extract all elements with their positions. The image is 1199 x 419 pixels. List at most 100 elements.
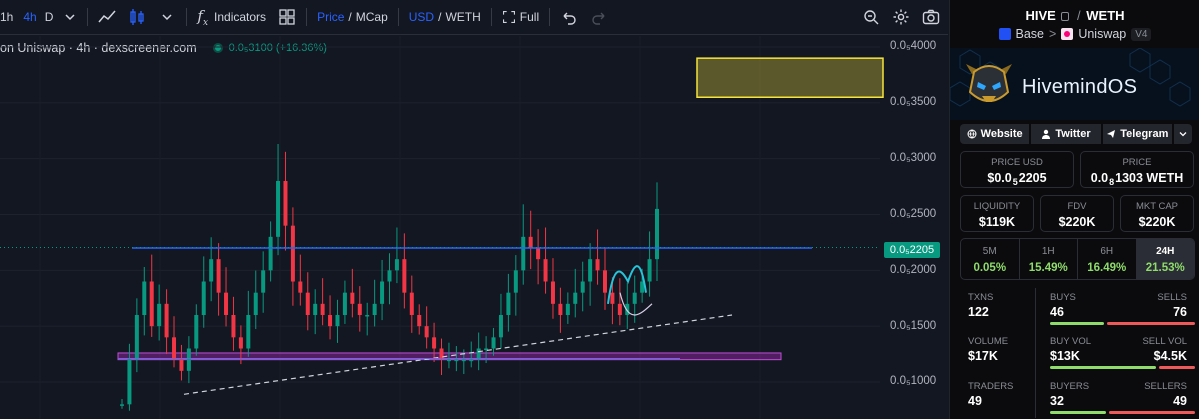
more-links-button[interactable] [1173, 124, 1192, 144]
tab-24h[interactable]: 24H 21.53% [1136, 239, 1194, 279]
price-mcap-slash: / [344, 0, 355, 35]
fdv-box: FDV $220K [1040, 195, 1114, 232]
candle-body [298, 281, 303, 293]
tab-1h-change: 15.49% [1028, 262, 1068, 274]
candle-body [469, 359, 474, 362]
price-usd-label: PRICE USD [991, 157, 1043, 168]
candle-body [602, 270, 607, 293]
settings-button[interactable] [886, 0, 916, 35]
sellers-ratio-bar [1109, 411, 1195, 414]
y-axis-tick: 0.0₅1000 [890, 375, 937, 387]
candle-body [253, 292, 258, 315]
chart-type-dropdown[interactable] [152, 0, 182, 35]
mcap-toggle[interactable]: MCap [356, 0, 394, 35]
resistance-zone [696, 57, 884, 98]
weth-toggle[interactable]: WETH [445, 0, 486, 35]
candle-body [647, 259, 652, 282]
timeframe-dropdown[interactable] [57, 0, 83, 35]
mktcap-value: $220K [1138, 215, 1176, 229]
mktcap-label: MKT CAP [1135, 201, 1179, 212]
candle-body [365, 315, 370, 317]
candle-body [432, 337, 437, 349]
candle-body [476, 348, 481, 360]
price-chart[interactable] [0, 36, 948, 419]
candle-body [491, 337, 496, 349]
candle-series [120, 144, 659, 411]
price-usd-subscript: 5 [1012, 177, 1018, 187]
tab-5m-change: 0.05% [973, 262, 1007, 274]
candle-body [194, 315, 199, 349]
buyers-value: 32 [1050, 394, 1064, 408]
chevron-down-icon [162, 14, 172, 21]
pair-info-panel: HIVE / WETH Base > Uniswap V4 HivemindOS… [949, 0, 1199, 419]
candle-body [172, 337, 177, 360]
timeframe-4h[interactable]: 4h [19, 0, 40, 35]
undo-button[interactable] [554, 0, 584, 35]
y-axis-tick: 0.0₅2000 [890, 264, 937, 276]
price-usd-box: PRICE USD $0.052205 [960, 151, 1074, 188]
price-weth-suffix: 1303 WETH [1115, 171, 1184, 185]
candle-body [350, 292, 355, 304]
candle-body [238, 337, 243, 349]
candle-body [313, 303, 318, 315]
candle-body [283, 181, 288, 226]
copy-icon[interactable] [1061, 12, 1070, 22]
tab-1h[interactable]: 1H 15.49% [1020, 239, 1078, 279]
candle-body [417, 315, 422, 327]
layouts-button[interactable] [272, 0, 302, 35]
timeframe-1h[interactable]: 1h [0, 0, 19, 35]
mcap-label: MCap [355, 10, 388, 24]
candles-button[interactable] [122, 0, 152, 35]
transaction-stats: TXNS 122 BUYS 46 SELLS 76 VOLUME $17K BU… [960, 284, 1195, 419]
price-usd-prefix: $0.0 [987, 171, 1012, 185]
indicators-button[interactable]: fx Indicators [191, 0, 272, 35]
redo-button[interactable] [584, 0, 614, 35]
buy-vol-label: BUY VOL [1050, 336, 1092, 347]
project-banner: HivemindOS [950, 48, 1199, 120]
price-toggle[interactable]: Price [311, 0, 344, 35]
candle-body [580, 281, 585, 293]
telegram-label: Telegram [1120, 128, 1169, 140]
chain-name[interactable]: Base [1016, 27, 1045, 41]
buyers-ratio-bar [1050, 411, 1106, 414]
tab-24h-label: 24H [1156, 246, 1175, 257]
undo-icon [563, 12, 576, 25]
y-axis-tick: 0.0₅4000 [890, 40, 937, 52]
pair-title: HIVE / WETH [950, 8, 1199, 23]
y-axis-tick: 0.0₅1500 [890, 320, 937, 332]
chevron-down-icon [65, 14, 75, 21]
toolbar-divider [490, 8, 492, 26]
fullscreen-button[interactable]: Full [496, 0, 545, 35]
candle-body [246, 315, 251, 349]
candle-body [305, 292, 310, 315]
timeframe-1h-label: 1h [0, 10, 14, 24]
pair-separator: / [1077, 8, 1081, 23]
full-label: Full [519, 10, 540, 24]
zoom-button[interactable] [856, 0, 886, 35]
stats-divider [1035, 288, 1036, 418]
traders-label: TRADERS [968, 381, 1014, 392]
dex-name[interactable]: Uniswap [1078, 27, 1126, 41]
candle-body [439, 348, 444, 360]
snapshot-button[interactable] [916, 0, 948, 35]
tab-5m[interactable]: 5M 0.05% [961, 239, 1020, 279]
candle-body [573, 292, 578, 304]
website-link[interactable]: Website [960, 124, 1030, 144]
candle-body [157, 303, 162, 327]
sells-label: SELLS [1157, 292, 1187, 303]
price-usd-suffix: 2205 [1018, 171, 1047, 185]
base-token: HIVE [1025, 8, 1056, 23]
candle-body [290, 225, 295, 282]
telegram-link[interactable]: Telegram [1102, 124, 1172, 144]
candle-body [127, 359, 132, 405]
usd-toggle[interactable]: USD [403, 0, 434, 35]
buys-value: 46 [1050, 305, 1064, 319]
line-chart-button[interactable] [92, 0, 122, 35]
timeframe-d[interactable]: D [41, 0, 58, 35]
tab-5m-label: 5M [982, 246, 997, 257]
tab-6h[interactable]: 6H 16.49% [1078, 239, 1137, 279]
candle-body [543, 259, 548, 282]
candle-body [224, 292, 229, 315]
twitter-link[interactable]: Twitter [1031, 124, 1101, 144]
line-chart-icon [98, 10, 116, 23]
